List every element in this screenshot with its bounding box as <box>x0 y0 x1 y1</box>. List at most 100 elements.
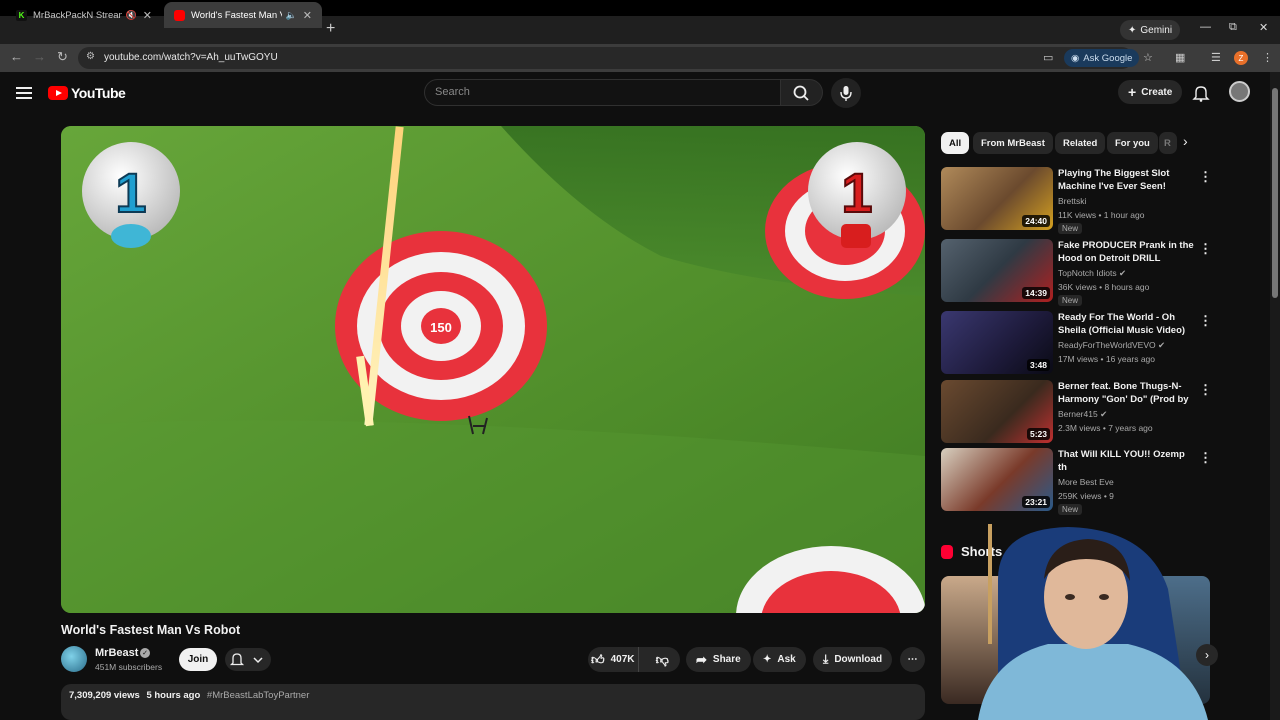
video-title[interactable]: Playing The Biggest Slot Machine I've Ev… <box>1058 167 1196 193</box>
video-thumbnail[interactable]: 14:39 <box>941 239 1053 302</box>
search-icon <box>793 85 809 101</box>
channel-name[interactable]: TopNotch Idiots ✔ <box>1058 268 1126 279</box>
muted-speaker-icon[interactable]: 🔇 <box>126 10 137 21</box>
close-tab-icon[interactable]: ✕ <box>143 9 152 22</box>
tab-youtube-video[interactable]: World's Fastest Man Vs Rob 🔈 ✕ <box>164 2 322 28</box>
browser-menu-icon[interactable]: ⋮ <box>1262 51 1273 64</box>
like-button[interactable]: 👍︎ 407K <box>588 647 639 672</box>
video-meta: 259K views • 9 <box>1058 491 1114 501</box>
create-button[interactable]: + Create <box>1118 80 1183 104</box>
back-arrow-icon[interactable]: ← <box>10 49 23 64</box>
channel-name[interactable]: MrBeast <box>95 647 138 659</box>
chip-related[interactable]: Related <box>1055 132 1106 154</box>
new-badge: New <box>1058 223 1083 234</box>
like-dislike-group: 👍︎ 407K 👎︎ <box>588 647 680 672</box>
download-button[interactable]: ⤓ Download <box>813 647 893 672</box>
more-actions-button[interactable]: ⋯ <box>900 647 925 672</box>
hashtag-link[interactable]: #MrBeastLabToyPartner <box>207 690 309 701</box>
gemini-sparkle-icon: ✦ <box>1128 24 1137 36</box>
channel-avatar[interactable] <box>61 646 87 672</box>
close-tab-icon[interactable]: ✕ <box>303 9 312 22</box>
tab-mrbackpackn-stream[interactable]: K MrBackPackN Stream - Wa 🔇 ✕ <box>6 2 162 28</box>
url-text[interactable]: youtube.com/watch?v=Ah_uuTwGOYU <box>104 52 278 63</box>
extensions-icon[interactable]: ▦ <box>1175 51 1185 64</box>
video-thumbnail[interactable]: 3:48 <box>941 311 1053 374</box>
scrollbar-thumb[interactable] <box>1272 88 1278 298</box>
recommended-video[interactable]: 5:23 Berner feat. Bone Thugs-N-Harmony "… <box>941 380 1213 444</box>
voice-search-button[interactable] <box>831 78 861 108</box>
streamer-webcam-overlay <box>958 519 1214 720</box>
chip-all[interactable]: All <box>941 132 970 154</box>
gemini-button[interactable]: ✦ Gemini <box>1120 20 1181 40</box>
video-title[interactable]: Fake PRODUCER Prank in the Hood on Detro… <box>1058 239 1196 266</box>
search-input[interactable]: Search <box>424 79 781 106</box>
channel-name[interactable]: Brettski <box>1058 196 1086 206</box>
share-arrow-icon: ➦ <box>696 651 707 667</box>
ask-google-button[interactable]: ◉ Ask Google <box>1064 49 1140 67</box>
shorts-next-button[interactable]: › <box>1196 644 1218 666</box>
microphone-icon <box>840 86 852 101</box>
verified-check-icon: ✓ <box>140 648 150 658</box>
subscription-notification-button[interactable] <box>225 648 271 671</box>
minimize-window-icon[interactable]: — <box>1200 21 1211 33</box>
video-thumbnail[interactable]: 24:40 <box>941 167 1053 230</box>
kebab-menu-icon[interactable]: ⋮ <box>1199 169 1212 185</box>
channel-name[interactable]: ReadyForTheWorldVEVO ✔ <box>1058 340 1165 351</box>
speaker-icon[interactable]: 🔈 <box>286 10 297 21</box>
thumbs-up-icon: 👍︎ <box>591 651 605 667</box>
share-button[interactable]: ➦ Share <box>686 647 751 672</box>
kebab-menu-icon[interactable]: ⋮ <box>1199 382 1212 398</box>
kebab-menu-icon[interactable]: ⋮ <box>1199 450 1212 466</box>
chip-for-you[interactable]: For you <box>1107 132 1158 154</box>
recommended-video[interactable]: 24:40 Playing The Biggest Slot Machine I… <box>941 167 1213 234</box>
verified-check-icon: ✔ <box>1118 268 1127 278</box>
channel-name[interactable]: More Best Eve <box>1058 477 1114 487</box>
kebab-menu-icon[interactable]: ⋮ <box>1199 241 1212 257</box>
video-player[interactable]: 150 1 1 <box>61 126 925 613</box>
join-button[interactable]: Join <box>179 648 217 671</box>
video-title[interactable]: That Will KILL YOU!! Ozemp th <box>1058 448 1196 474</box>
account-avatar[interactable] <box>1229 81 1250 102</box>
profile-avatar[interactable]: Z <box>1234 51 1248 65</box>
upload-date: 5 hours ago <box>146 690 201 701</box>
video-meta: 17M views • 16 years ago <box>1058 354 1155 364</box>
recommended-video[interactable]: 23:21 That Will KILL YOU!! Ozemp th More… <box>941 448 1213 515</box>
video-title[interactable]: Berner feat. Bone Thugs-N-Harmony "Gon' … <box>1058 380 1196 407</box>
description-meta: 7,309,209 views 5 hours ago #MrBeastLabT… <box>69 690 309 701</box>
hamburger-menu-icon[interactable] <box>16 84 32 100</box>
download-label: Download <box>834 654 883 665</box>
share-label: Share <box>712 654 741 665</box>
video-thumbnail[interactable]: 23:21 <box>941 448 1053 511</box>
bookmark-star-icon[interactable]: ☆ <box>1143 51 1153 64</box>
forward-arrow-icon[interactable]: → <box>33 49 46 64</box>
youtube-wordmark: YouTube <box>71 85 126 101</box>
search-button[interactable] <box>781 79 823 106</box>
kebab-menu-icon[interactable]: ⋮ <box>1199 313 1212 329</box>
chip-partial[interactable]: R <box>1159 132 1177 154</box>
target-score-label: 150 <box>430 320 452 335</box>
video-thumbnail[interactable]: 5:23 <box>941 380 1053 443</box>
youtube-logo[interactable]: YouTube <box>48 85 126 101</box>
close-window-icon[interactable]: ✕ <box>1259 21 1268 34</box>
recommended-video[interactable]: 14:39 Fake PRODUCER Prank in the Hood on… <box>941 239 1213 306</box>
notifications-bell-icon[interactable] <box>1192 84 1210 102</box>
chevron-right-icon[interactable]: › <box>1183 133 1188 149</box>
install-app-icon[interactable]: ▭ <box>1043 51 1053 64</box>
video-title: World's Fastest Man Vs Robot <box>61 623 241 637</box>
reload-icon[interactable]: ↻ <box>57 49 68 65</box>
site-info-icon[interactable]: ⚙ <box>86 51 95 62</box>
duration-badge: 5:23 <box>1026 428 1050 440</box>
video-meta: 2.3M views • 7 years ago <box>1058 423 1153 433</box>
media-controls-icon[interactable]: ☰ <box>1211 51 1221 64</box>
channel-name[interactable]: Berner415 ✔ <box>1058 409 1107 420</box>
ask-button[interactable]: ✦ Ask <box>753 647 806 672</box>
new-tab-icon[interactable]: + <box>326 20 335 38</box>
ask-label: Ask <box>777 654 796 665</box>
recommended-video[interactable]: 3:48 Ready For The World - Oh Sheila (Of… <box>941 311 1213 375</box>
chip-from-mrbeast[interactable]: From MrBeast <box>973 132 1053 154</box>
video-title[interactable]: Ready For The World - Oh Sheila (Officia… <box>1058 311 1196 337</box>
dislike-button[interactable]: 👎︎ <box>645 652 681 668</box>
thumbs-down-icon: 👎︎ <box>655 651 669 667</box>
restore-window-icon[interactable]: ⧉ <box>1229 21 1237 34</box>
youtube-play-logo-icon <box>48 86 68 100</box>
